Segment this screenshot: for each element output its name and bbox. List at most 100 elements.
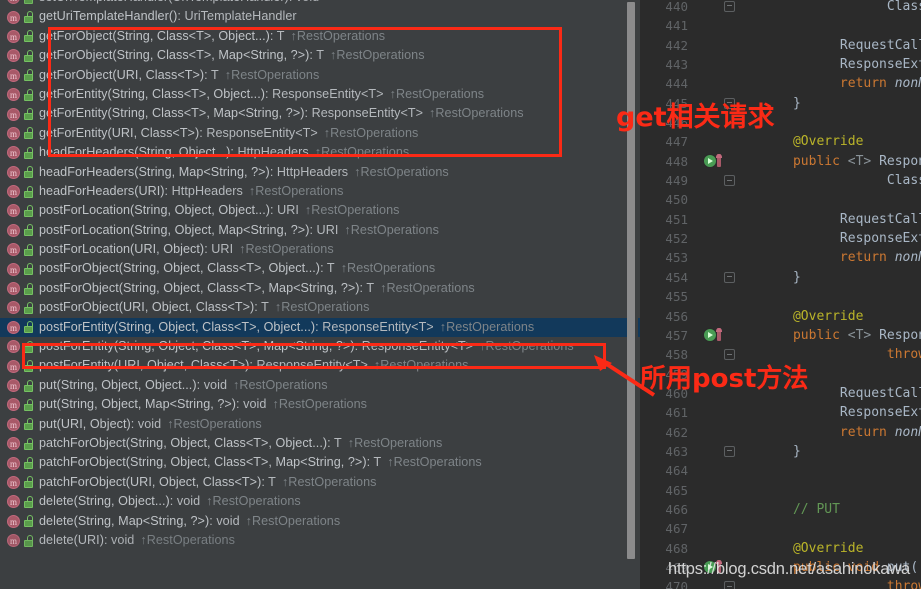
code-text: Class<T> <box>886 173 921 189</box>
member-list-item[interactable]: m getForEntity(String, Class<T>, Map<Stri… <box>0 104 640 123</box>
editor-line: 455 <box>640 287 921 306</box>
editor-gutter[interactable] <box>696 0 746 16</box>
member-list-item[interactable]: m getForObject(String, Class<T>, Map<Stri… <box>0 46 640 65</box>
line-number: 459 <box>665 366 688 382</box>
run-gutter-icon[interactable] <box>704 154 716 167</box>
editor-gutter[interactable] <box>696 539 746 558</box>
editor-gutter[interactable] <box>696 326 746 345</box>
member-list-item[interactable]: m getForObject(String, Class<T>, Object..… <box>0 27 640 46</box>
editor-gutter[interactable] <box>696 152 746 171</box>
editor-gutter[interactable] <box>696 132 746 151</box>
editor-gutter[interactable] <box>696 229 746 248</box>
member-list-item[interactable]: m delete(URI): void ↑RestOperations <box>0 531 640 550</box>
member-list-item[interactable]: m headForHeaders(String, Object...): Http… <box>0 143 640 162</box>
method-icon: m <box>7 0 20 5</box>
run-gutter-icon[interactable] <box>704 328 716 341</box>
editor-gutter[interactable] <box>696 345 746 364</box>
method-icon: m <box>7 29 20 43</box>
member-list-item[interactable]: m postForEntity(String, Object, Class<T>,… <box>0 337 640 356</box>
editor-line: 464 <box>640 461 921 480</box>
code-text: throws R <box>886 347 921 363</box>
member-signature: headForHeaders(String, Map<String, ?>): … <box>39 164 449 179</box>
public-lock-icon <box>24 301 33 314</box>
member-list-scrollbar-track[interactable] <box>627 0 638 589</box>
editor-gutter[interactable] <box>696 210 746 229</box>
editor-gutter[interactable] <box>696 461 746 480</box>
editor-gutter[interactable] <box>696 248 746 267</box>
member-list-item[interactable]: m setUriTemplateHandler(UriTemplateHandle… <box>0 0 640 7</box>
editor-gutter[interactable] <box>696 384 746 403</box>
override-gutter-icon[interactable] <box>716 559 722 573</box>
member-list-item[interactable]: m put(String, Object, Object...): void ↑Re… <box>0 376 640 395</box>
member-list-item[interactable]: m patchForObject(String, Object, Class<T>… <box>0 453 640 472</box>
method-icon: m <box>7 204 20 218</box>
member-list-scrollbar-thumb[interactable] <box>627 2 635 559</box>
code-editor-panel[interactable]: 440 Class<T>441442 RequestCallba443 Resp… <box>640 0 921 589</box>
editor-gutter[interactable] <box>696 403 746 422</box>
editor-gutter[interactable] <box>696 577 746 589</box>
member-signature: put(String, Object, Object...): void ↑Res… <box>39 377 328 392</box>
member-list-item[interactable]: m postForObject(String, Object, Class<T>,… <box>0 259 640 278</box>
editor-gutter[interactable] <box>696 16 746 35</box>
member-list-item[interactable]: m postForLocation(URI, Object): URI ↑RestO… <box>0 240 640 259</box>
editor-gutter[interactable] <box>696 500 746 519</box>
editor-line: 461 ResponseExtr <box>640 403 921 422</box>
method-icon: m <box>7 126 20 140</box>
editor-gutter[interactable] <box>696 94 746 113</box>
editor-line: 466 // PUT <box>640 500 921 519</box>
member-list-item[interactable]: m postForEntity(String, Object, Class<T>,… <box>0 317 640 338</box>
editor-gutter[interactable] <box>696 423 746 442</box>
structure-member-list-panel[interactable]: m setUriTemplateHandler(UriTemplateHandle… <box>0 0 640 589</box>
editor-gutter[interactable] <box>696 55 746 74</box>
override-gutter-icon[interactable] <box>716 327 722 341</box>
member-list-item[interactable]: m postForEntity(URI, Object, Class<T>): R… <box>0 356 640 375</box>
fold-expand-icon[interactable] <box>724 445 735 457</box>
editor-gutter[interactable] <box>696 481 746 500</box>
member-signature: getForObject(String, Class<T>, Object...… <box>39 28 386 43</box>
member-list-item[interactable]: m postForObject(URI, Object, Class<T>): T… <box>0 298 640 317</box>
fold-collapse-icon[interactable] <box>724 581 735 589</box>
member-row-container: m setUriTemplateHandler(UriTemplateHandle… <box>0 0 640 550</box>
member-list-item[interactable]: m delete(String, Map<String, ?>): void ↑Re… <box>0 512 640 531</box>
member-list-item[interactable]: m delete(String, Object...): void ↑RestOpe… <box>0 492 640 511</box>
member-list-item[interactable]: m patchForObject(String, Object, Class<T>… <box>0 434 640 453</box>
editor-line: 460 RequestCallba <box>640 384 921 403</box>
code-text: ResponseExtr <box>839 231 921 247</box>
member-list-item[interactable]: m getUriTemplateHandler(): UriTemplateHan… <box>0 7 640 26</box>
line-number: 460 <box>665 385 688 401</box>
code-text: RequestCallba <box>839 211 921 227</box>
member-list-item[interactable]: m patchForObject(URI, Object, Class<T>): … <box>0 473 640 492</box>
editor-gutter[interactable] <box>696 190 746 209</box>
editor-gutter[interactable] <box>696 442 746 461</box>
editor-gutter[interactable] <box>696 307 746 326</box>
editor-gutter[interactable] <box>696 36 746 55</box>
member-list-item[interactable]: m headForHeaders(URI): HttpHeaders ↑RestOp… <box>0 182 640 201</box>
editor-gutter[interactable] <box>696 268 746 287</box>
fold-collapse-icon[interactable] <box>724 175 735 187</box>
editor-gutter[interactable] <box>696 74 746 93</box>
editor-gutter[interactable] <box>696 287 746 306</box>
public-lock-icon <box>24 534 33 547</box>
member-list-item[interactable]: m postForObject(String, Object, Class<T>,… <box>0 279 640 298</box>
fold-expand-icon[interactable] <box>724 1 735 12</box>
member-list-item[interactable]: m postForLocation(String, Object, Object.… <box>0 201 640 220</box>
member-list-item[interactable]: m postForLocation(String, Object, Map<Str… <box>0 221 640 240</box>
fold-collapse-icon[interactable] <box>724 349 735 361</box>
member-list-item[interactable]: m put(URI, Object): void ↑RestOperations <box>0 415 640 434</box>
member-list-item[interactable]: m getForEntity(URI, Class<T>): ResponseEn… <box>0 124 640 143</box>
editor-gutter[interactable] <box>696 519 746 538</box>
override-gutter-icon[interactable] <box>716 153 722 167</box>
member-list-item[interactable]: m headForHeaders(String, Map<String, ?>):… <box>0 163 640 182</box>
editor-gutter[interactable] <box>696 365 746 384</box>
fold-expand-icon[interactable] <box>724 271 735 283</box>
public-lock-icon <box>24 204 33 217</box>
fold-expand-icon[interactable] <box>724 97 735 109</box>
editor-gutter[interactable] <box>696 558 746 577</box>
member-list-item[interactable]: m put(String, Object, Map<String, ?>): vo… <box>0 395 640 414</box>
editor-gutter[interactable] <box>696 171 746 190</box>
member-list-item[interactable]: m getForEntity(String, Class<T>, Object..… <box>0 85 640 104</box>
editor-gutter[interactable] <box>696 113 746 132</box>
member-list-item[interactable]: m getForObject(URI, Class<T>): T ↑RestOper… <box>0 66 640 85</box>
run-gutter-icon[interactable] <box>704 560 716 573</box>
member-signature: getForEntity(String, Class<T>, Map<Strin… <box>39 106 524 121</box>
